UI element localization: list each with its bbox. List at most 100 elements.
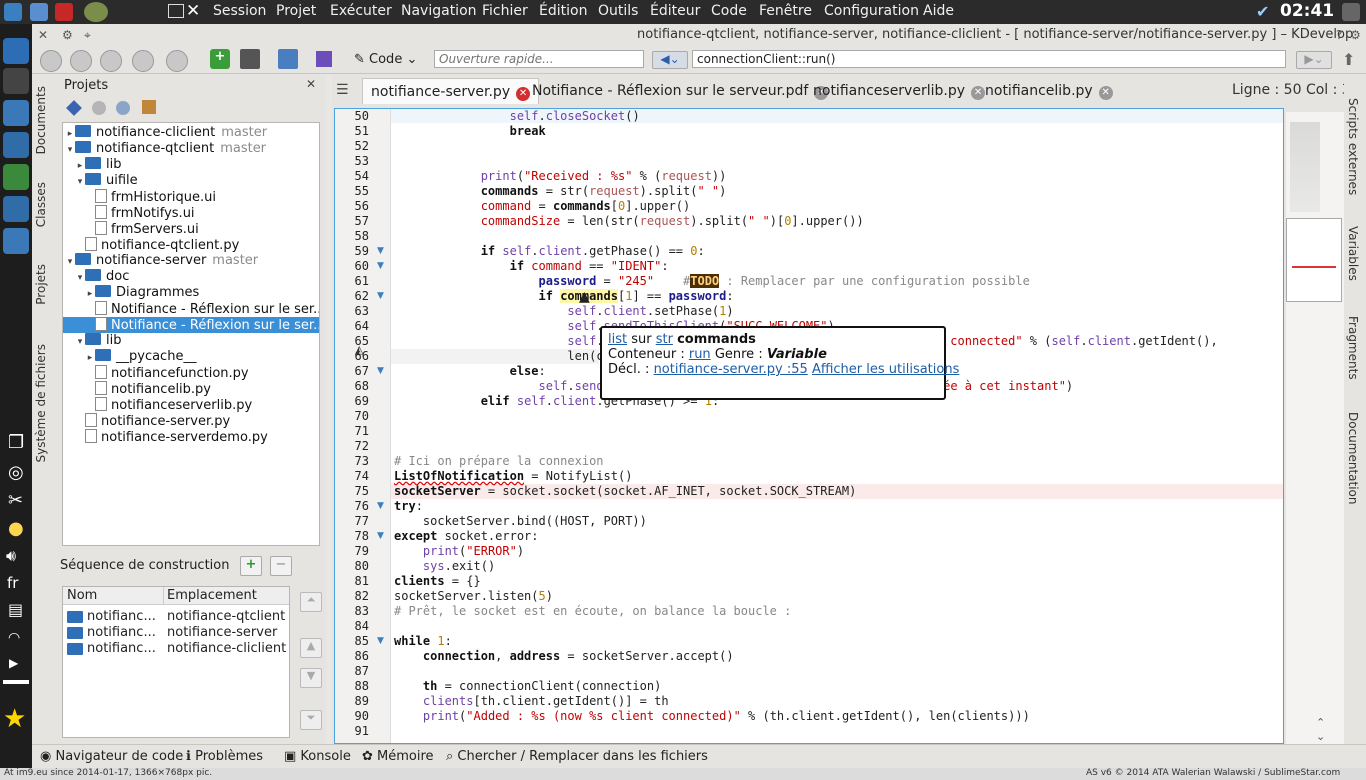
menu-configuration[interactable]: Configuration — [824, 3, 919, 19]
add-build-button[interactable]: + — [240, 556, 262, 576]
power-icon[interactable] — [55, 3, 73, 21]
settings-icon[interactable] — [116, 101, 130, 115]
tooltip-decl-link[interactable]: notifiance-server.py :55 — [654, 362, 808, 377]
fold-arrow-icon[interactable]: ▼ — [377, 291, 384, 301]
expand-arrow-icon[interactable]: ▾ — [75, 337, 85, 347]
tree-item[interactable]: ▸ Diagrammes — [63, 285, 319, 301]
bookmark-icon[interactable]: ◭ — [355, 343, 363, 356]
app-icon[interactable] — [30, 3, 48, 21]
expand-arrow-icon[interactable]: ▾ — [75, 177, 85, 187]
tree-item[interactable]: Notifiance - Réflexion sur le ser... — [63, 317, 319, 333]
build-row[interactable]: notifianc... notifiance-qtclient — [63, 609, 289, 625]
move-up-icon[interactable]: ▲ — [300, 638, 322, 658]
menu-session[interactable]: Session — [213, 3, 266, 19]
menu-fenetre[interactable]: Fenêtre — [759, 3, 812, 19]
tree-item[interactable]: notifianceserverlib.py — [63, 397, 319, 413]
menu-edition[interactable]: Édition — [539, 3, 587, 19]
tree-item[interactable]: ▾ lib — [63, 333, 319, 349]
keyboard-icon[interactable] — [168, 4, 184, 18]
tooltip-type-link[interactable]: list — [608, 332, 627, 347]
fold-arrow-icon[interactable]: ▼ — [377, 531, 384, 541]
forward-icon[interactable]: ▶⌄ — [1296, 51, 1332, 69]
grid-icon[interactable] — [316, 51, 332, 67]
minimap-viewport[interactable] — [1286, 218, 1342, 302]
tree-item[interactable]: ▸ __pycache__ — [63, 349, 319, 365]
save-icon[interactable] — [240, 49, 260, 69]
tooltip-container-link[interactable]: run — [689, 347, 711, 362]
play-icon[interactable]: ▶ — [9, 656, 18, 670]
language-icon[interactable]: fr — [7, 574, 18, 592]
copy-icon[interactable]: ❐ — [8, 432, 24, 453]
help-icon[interactable]: ? — [1336, 28, 1342, 42]
navigate-icon[interactable] — [66, 100, 82, 116]
fold-arrow-icon[interactable]: ▼ — [377, 261, 384, 271]
move-bottom-icon[interactable]: ⏷ — [300, 710, 322, 730]
menu-projet[interactable]: Projet — [276, 3, 316, 19]
fold-arrow-icon[interactable]: ▼ — [377, 636, 384, 646]
checkmark-icon[interactable]: ✔ — [1256, 2, 1269, 21]
menu-outils[interactable]: Outils — [598, 3, 638, 19]
tray-icon[interactable] — [1342, 3, 1360, 21]
column-header-location[interactable]: Emplacement — [167, 588, 257, 603]
menu-aide[interactable]: Aide — [923, 3, 954, 19]
close-tab-icon[interactable]: ✕ — [1098, 86, 1113, 100]
tab-scripts-externes[interactable]: Scripts externes — [1346, 98, 1360, 195]
settings-icon[interactable]: ⚙ — [62, 28, 73, 42]
fold-arrow-icon[interactable]: ▼ — [377, 366, 384, 376]
build-row[interactable]: notifianc... notifiance-cliclient — [63, 641, 289, 657]
volume-icon[interactable]: 🔊︎ — [6, 546, 16, 566]
broom-icon[interactable] — [142, 100, 156, 114]
expand-arrow-icon[interactable]: ▸ — [75, 161, 85, 171]
code-button[interactable]: ✎ Code ⌄ — [354, 50, 417, 72]
tree-item[interactable]: frmNotifys.ui — [63, 205, 319, 221]
settings-icon[interactable]: ⚙ — [1350, 28, 1361, 42]
tab-notifiancelib-py[interactable]: notifiancelib.py ✕ — [977, 78, 1121, 104]
expand-arrow-icon[interactable]: ▸ — [85, 289, 95, 299]
tree-item[interactable]: notifiancefunction.py — [63, 365, 319, 381]
terminal-icon[interactable] — [3, 68, 29, 94]
pin-icon[interactable]: ⌖ — [84, 28, 91, 43]
minimap-scroll-up-icon[interactable]: ⌃ — [1316, 716, 1325, 729]
new-file-icon[interactable]: + — [210, 49, 230, 69]
gear-icon[interactable] — [92, 101, 106, 115]
document-list-icon[interactable]: ☰ — [336, 82, 349, 98]
move-top-icon[interactable]: ⏶ — [300, 592, 322, 612]
tab-systeme-fichiers[interactable]: Système de fichiers — [34, 344, 48, 462]
upload-icon[interactable] — [278, 49, 298, 69]
tree-item[interactable]: frmServers.ui — [63, 221, 319, 237]
expand-arrow-icon[interactable]: ▾ — [65, 257, 75, 267]
move-down-icon[interactable]: ▼ — [300, 668, 322, 688]
close-project-icon[interactable]: ✕ — [38, 28, 48, 42]
context-field[interactable]: connectionClient::run() — [692, 50, 1286, 68]
lifebuoy-icon[interactable]: ◎ — [8, 462, 24, 483]
tab-konsole[interactable]: ▣ Konsole — [284, 749, 351, 764]
menu-code[interactable]: Code — [711, 3, 747, 19]
maximize-icon[interactable]: ⬆ — [1342, 50, 1355, 69]
tree-item[interactable]: ▸ lib — [63, 157, 319, 173]
tree-item[interactable]: ▸ notifiance-cliclient master — [63, 125, 319, 141]
tab-classes[interactable]: Classes — [34, 182, 48, 227]
remove-build-button[interactable]: − — [270, 556, 292, 576]
lightbulb-icon[interactable]: ● — [8, 518, 24, 539]
tab-documents[interactable]: Documents — [34, 86, 48, 154]
tooltip-show-uses-link[interactable]: Afficher les utilisations — [812, 362, 959, 377]
tab-memory[interactable]: ✿ Mémoire — [362, 749, 434, 764]
code-editor[interactable]: 50 51 52 53 54 55 56 57 58 59 ▼ 60 ▼ 61 62 ▼ 63 64 65 66 67 ▼… — [334, 108, 1284, 744]
stop-icon[interactable] — [132, 50, 154, 72]
tooltip-type-link[interactable]: str — [656, 332, 673, 347]
tree-item[interactable]: notifiancelib.py — [63, 381, 319, 397]
close-icon[interactable]: ✕ — [186, 1, 200, 21]
document-icon[interactable] — [3, 196, 29, 222]
tree-item[interactable]: notifiance-server.py — [63, 413, 319, 429]
menu-fichier[interactable]: Fichier — [482, 3, 528, 19]
tab-search-replace[interactable]: ⌕ Chercher / Remplacer dans les fichiers — [446, 749, 708, 764]
browser-icon[interactable] — [3, 132, 29, 158]
build-row[interactable]: notifianc... notifiance-server — [63, 625, 289, 641]
column-header-name[interactable]: Nom — [67, 588, 97, 603]
tree-item[interactable]: frmHistorique.ui — [63, 189, 319, 205]
debug-icon[interactable] — [100, 50, 122, 72]
stop-all-icon[interactable] — [166, 50, 188, 72]
tab-notifianceserverlib-py[interactable]: notifianceserverlib.py ✕ — [805, 78, 993, 104]
fold-arrow-icon[interactable]: ▼ — [377, 246, 384, 256]
tab-problems[interactable]: ℹ Problèmes — [186, 749, 263, 764]
